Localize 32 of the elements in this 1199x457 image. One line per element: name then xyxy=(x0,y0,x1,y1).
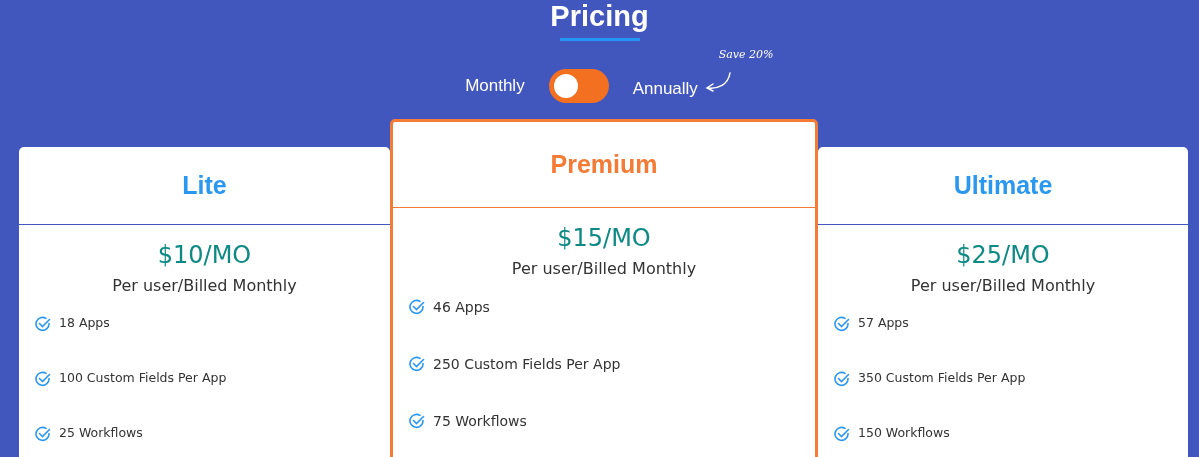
plan-name: Premium xyxy=(550,148,658,180)
feature-text: 46 Apps xyxy=(433,297,490,317)
feature-text: 18 Apps xyxy=(59,313,110,332)
check-icon xyxy=(834,315,850,332)
billing-toggle[interactable] xyxy=(548,69,609,103)
feature-text: 25 Workflows xyxy=(59,423,143,442)
plan-price: $10/MO xyxy=(156,241,253,270)
check-icon xyxy=(834,370,850,387)
feature-text: 250 Custom Fields Per App xyxy=(433,354,621,374)
feature-text: 57 Apps xyxy=(858,313,909,332)
billing-note: Per user/Billed Monthly xyxy=(909,274,1097,297)
check-icon xyxy=(409,355,425,372)
plan-price: $15/MO xyxy=(556,224,652,253)
page-title: Pricing xyxy=(550,0,649,32)
plan-price: $25/MO xyxy=(955,241,1051,270)
plan-name: Ultimate xyxy=(953,169,1053,201)
feature-text: 75 Workflows xyxy=(433,411,527,431)
check-icon xyxy=(409,412,425,429)
check-icon xyxy=(834,425,850,442)
save-note: Save 20% xyxy=(718,47,774,63)
feature-text: 350 Custom Fields Per App xyxy=(858,368,1026,387)
plan-name: Lite xyxy=(182,169,227,201)
check-icon xyxy=(409,298,425,315)
billing-note: Per user/Billed Monthly xyxy=(111,274,298,297)
check-icon xyxy=(35,370,51,387)
feature-text: 150 Workflows xyxy=(858,423,950,442)
toggle-label: Annually xyxy=(632,77,698,100)
feature-text: 100 Custom Fields Per App xyxy=(59,368,227,387)
check-icon xyxy=(35,425,51,442)
check-icon xyxy=(35,315,51,332)
billing-note: Per user/Billed Monthly xyxy=(510,257,698,280)
toggle-label: Monthly xyxy=(465,75,525,98)
